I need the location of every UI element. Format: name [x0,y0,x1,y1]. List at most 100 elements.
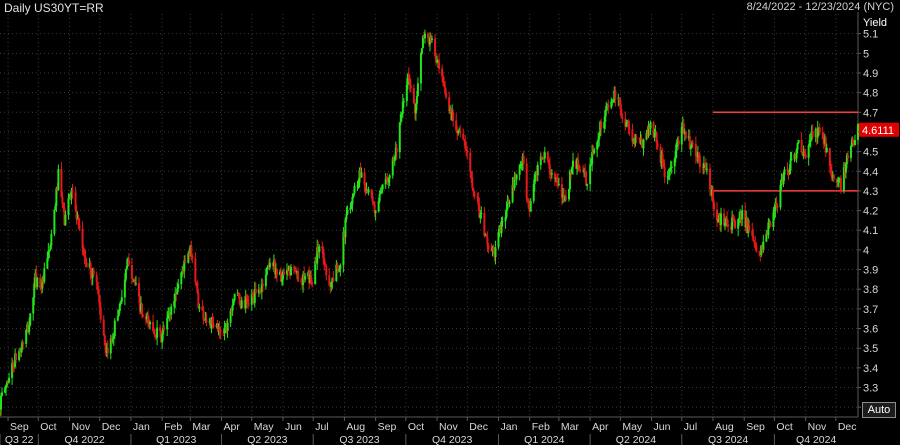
month-label: Jul [684,421,697,433]
y-tick-label: 4.2 [863,206,878,218]
month-label: Sep [746,421,765,433]
quarter-label: Q2 2024 [616,434,656,445]
candle-body [156,327,159,338]
candle-body [755,245,758,252]
candle-body [846,155,849,159]
y-tick-label: 3.7 [863,304,878,316]
candle-body [577,159,580,165]
last-price-label: 4.6111 [862,125,894,137]
candle-body [106,348,109,354]
quarter-label: Q4 2023 [432,434,472,445]
candle-body [438,60,441,69]
month-label: Jun [654,421,671,433]
candle-body [712,202,715,210]
candle-body [346,210,349,215]
candle-body [371,196,374,202]
candle-body [416,83,419,97]
quarter-label: Q3 22 [5,434,34,445]
candle-body [536,164,539,176]
candle-body [170,306,173,315]
candle-body [124,269,127,280]
y-tick-label: 4.8 [863,88,878,100]
candle-body [339,265,342,269]
candle-body [81,228,84,249]
price-chart[interactable]: Yield 3.23.33.43.53.63.73.83.944.14.24.3… [0,0,900,445]
y-tick-label: 4.1 [863,225,878,237]
month-label: Mar [561,421,580,433]
candle-body [123,279,126,298]
month-label: Feb [532,421,550,433]
candle-body [140,304,143,316]
candle-body [459,130,462,134]
candle-body [120,297,123,302]
candle-body [691,143,694,145]
candle-body [219,331,222,333]
quarter-label: Q4 2022 [64,434,104,445]
candle-body [849,146,852,159]
candle-body [649,122,652,129]
month-label: Feb [164,421,182,433]
month-label: Dec [838,421,857,433]
candle-body [818,127,821,133]
month-label: Nov [439,421,458,433]
candle-body [480,213,483,215]
candle-body [367,189,370,193]
candle-body [776,205,779,208]
month-label: Aug [346,421,365,433]
candle-body [579,169,582,171]
candle-body [261,283,264,287]
candle-body [304,276,307,280]
candle-body [247,303,250,305]
candle-body [29,313,32,326]
candle-body [635,137,638,139]
y-tick-label: 4.9 [863,68,878,80]
candle-body [734,220,737,229]
candle-body [839,177,842,191]
candle-body [598,136,601,140]
month-label: Aug [715,421,734,433]
month-label: Apr [224,421,241,433]
quarter-label: Q4 2024 [796,434,836,445]
candle-body [543,152,546,159]
candle-body [431,38,434,41]
candle-body [483,213,486,236]
candle-body [212,324,215,327]
candle-body [166,318,169,330]
candle-body [113,320,116,337]
y-tick-label: 4.4 [863,166,878,178]
candle-body [684,131,687,139]
y-tick-label: 5.1 [863,29,878,41]
candle-body [656,143,659,147]
candle-body [85,262,88,268]
month-label: May [622,421,643,433]
month-label: May [254,421,275,433]
candle-body [557,184,560,186]
candle-body [853,140,856,146]
candle-body [1,392,4,396]
candle-body [741,210,744,220]
month-label: Jul [315,421,328,433]
candle-body [698,155,701,168]
candle-body [240,300,243,308]
candle-body [621,116,624,119]
candle-body [807,145,810,158]
candle-body [57,168,60,190]
y-tick-label: 4 [863,245,869,257]
candle-body [163,327,166,330]
auto-scale-button[interactable]: Auto [862,402,896,418]
candle-body [381,184,384,190]
candle-body [501,221,504,223]
candle-body [409,85,412,88]
candle-body [134,283,137,285]
candle-body [325,265,328,276]
quarter-label: Q1 2024 [524,434,564,445]
candle-body [311,283,314,285]
candle-body [231,304,234,311]
candle-body [423,33,426,39]
candle-body [473,191,476,197]
candle-body [95,275,98,283]
candle-body [205,319,208,322]
candle-body [332,278,335,282]
candles [0,29,859,418]
month-label: Oct [776,421,792,433]
